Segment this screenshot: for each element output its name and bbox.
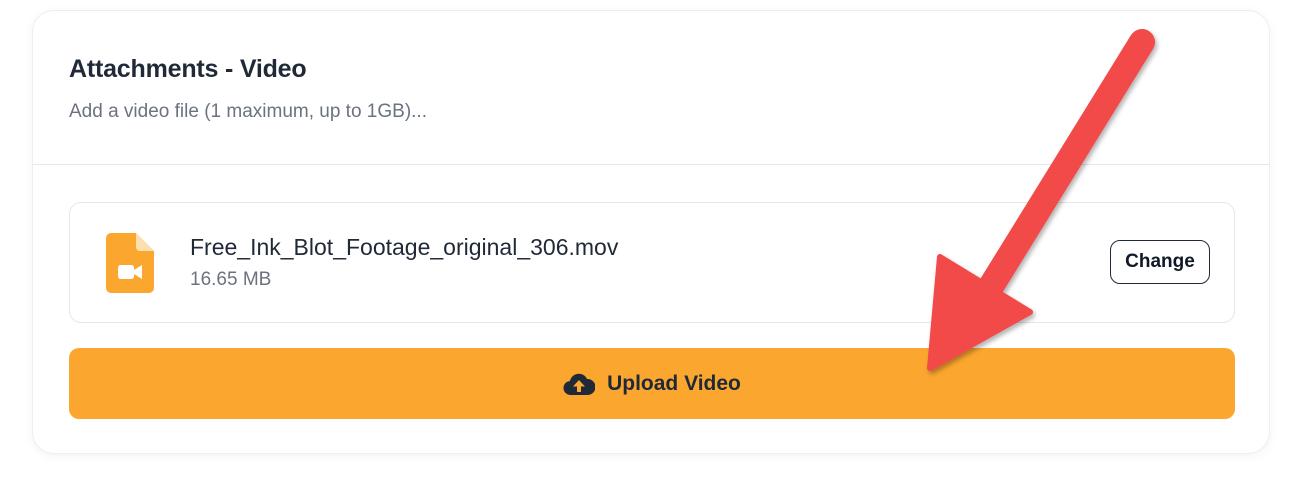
file-size: 16.65 MB	[190, 269, 272, 290]
upload-video-label: Upload Video	[607, 371, 741, 395]
cloud-upload-icon	[563, 371, 596, 397]
card-header: Attachments - Video Add a video file (1 …	[33, 11, 1269, 165]
change-file-button[interactable]: Change	[1110, 240, 1210, 284]
file-name: Free_Ink_Blot_Footage_original_306.mov	[190, 234, 619, 260]
upload-video-button[interactable]: Upload Video	[69, 348, 1235, 419]
attachments-card: Attachments - Video Add a video file (1 …	[32, 10, 1270, 454]
video-file-icon	[106, 233, 154, 293]
divider	[33, 164, 1269, 165]
card-title: Attachments - Video	[69, 55, 307, 83]
card-subtitle: Add a video file (1 maximum, up to 1GB).…	[69, 101, 427, 122]
selected-file-row: Free_Ink_Blot_Footage_original_306.mov 1…	[69, 202, 1235, 323]
